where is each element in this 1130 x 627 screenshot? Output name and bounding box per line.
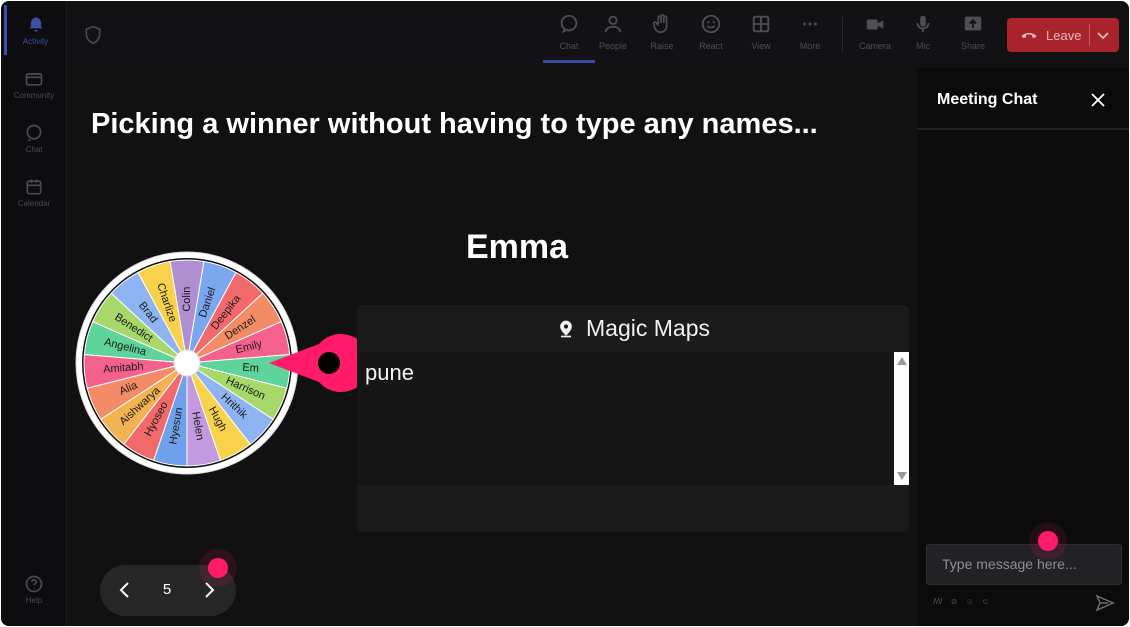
help-icon <box>25 575 43 592</box>
toolbar-label: React <box>699 41 723 51</box>
presentation-stage: Picking a winner without having to type … <box>67 68 917 626</box>
toolbar-people-button[interactable]: People <box>587 11 639 63</box>
name-wheel[interactable]: Colin DanielDeepikaDenzelEmilyEmHarrisonH… <box>73 248 361 478</box>
rail-item-label: Chat <box>25 144 43 154</box>
phone-hangup-icon <box>1021 32 1037 38</box>
rail-help-label: Help <box>25 595 43 605</box>
wheel-name-label: Colin <box>181 287 193 312</box>
page-number: 5 <box>162 581 172 598</box>
rail-item-label: Activity <box>22 36 49 46</box>
toolbar-view-button[interactable]: View <box>735 11 787 63</box>
toolbar-label: Camera <box>858 41 891 51</box>
scroll-down-arrow-icon[interactable] <box>897 472 907 480</box>
scrollbar[interactable] <box>894 352 909 485</box>
toolbar-label: People <box>598 41 628 51</box>
card-header: Magic Maps <box>357 305 909 352</box>
toolbar-camera-button[interactable]: Camera <box>849 11 901 63</box>
toolbar-label: Chat <box>559 41 579 51</box>
meeting-window: Activity Community Chat Calendar Help Ch… <box>1 1 1129 626</box>
chat-icon <box>26 124 42 141</box>
meeting-toolbar: Chat People Raise React View More Camera <box>67 1 1129 68</box>
leave-label: Leave <box>1046 27 1082 43</box>
meeting-chat-panel: Meeting Chat Type message here... ꟿ ⊘ ☺ … <box>917 68 1129 626</box>
app-rail: Activity Community Chat Calendar Help <box>1 1 67 626</box>
close-icon[interactable] <box>1089 91 1107 109</box>
pointer-indicator <box>1038 531 1058 551</box>
winner-name: Emma <box>465 228 569 266</box>
chat-title: Meeting Chat <box>937 91 1038 108</box>
people-icon <box>604 15 622 33</box>
toolbar-raise-button[interactable]: Raise <box>636 11 688 63</box>
shield-icon <box>85 25 101 45</box>
chevron-right-icon[interactable] <box>198 579 220 601</box>
toolbar-more-button[interactable]: More <box>784 11 836 63</box>
leave-divider <box>1089 24 1090 46</box>
location-pin-icon <box>560 320 572 337</box>
wheel-name-label: Em <box>242 362 259 375</box>
rail-item-help[interactable]: Help <box>4 564 64 614</box>
chat-header: Meeting Chat <box>917 68 1129 130</box>
send-icon[interactable] <box>1095 593 1115 613</box>
card-title: Magic Maps <box>586 315 710 341</box>
toolbar-share-button[interactable]: Share <box>947 11 999 63</box>
toolbar-react-button[interactable]: React <box>685 11 737 63</box>
page-title: Picking a winner without having to type … <box>91 108 818 140</box>
magic-maps-card: Magic Maps pune <box>357 305 909 532</box>
share-icon <box>964 16 982 31</box>
leave-button[interactable]: Leave <box>1007 18 1119 52</box>
wheel-hub <box>173 349 201 377</box>
wheel-pointer-dot <box>318 352 340 374</box>
rail-item-calendar[interactable]: Calendar <box>4 167 64 217</box>
card-text-area[interactable]: pune <box>357 352 909 485</box>
toolbar-mic-button[interactable]: Mic <box>897 11 949 63</box>
mic-icon <box>916 15 930 33</box>
toolbar-label: More <box>799 41 821 51</box>
toolbar-divider <box>842 17 843 53</box>
chat-icon <box>560 14 578 34</box>
toolbar-label: View <box>751 41 771 51</box>
smile-icon <box>701 14 721 34</box>
toolbar-label: Share <box>960 41 986 51</box>
toolbar-label: Raise <box>650 41 674 51</box>
chevron-left-icon[interactable] <box>114 579 136 601</box>
chat-format-tools[interactable]: ꟿ ⊘ ☺ ⊂ <box>933 597 992 606</box>
bell-icon <box>28 17 43 32</box>
rail-item-label: Community <box>13 90 55 100</box>
raise-hand-icon <box>652 14 668 34</box>
card-text: pune <box>365 360 414 385</box>
rail-item-chat[interactable]: Chat <box>4 113 64 163</box>
view-grid-icon <box>752 15 770 33</box>
chevron-down-icon[interactable] <box>1095 27 1111 43</box>
scroll-up-arrow-icon[interactable] <box>897 357 907 365</box>
calendar-icon <box>26 179 42 194</box>
community-icon <box>25 72 43 86</box>
rail-item-activity[interactable]: Activity <box>4 5 64 55</box>
rail-item-label: Calendar <box>17 198 51 208</box>
chat-message-input[interactable]: Type message here... <box>926 544 1122 585</box>
camera-icon <box>866 19 884 30</box>
pointer-indicator <box>208 558 228 578</box>
rail-item-community[interactable]: Community <box>4 59 64 109</box>
more-icon <box>803 22 817 26</box>
toolbar-label: Mic <box>916 41 930 51</box>
